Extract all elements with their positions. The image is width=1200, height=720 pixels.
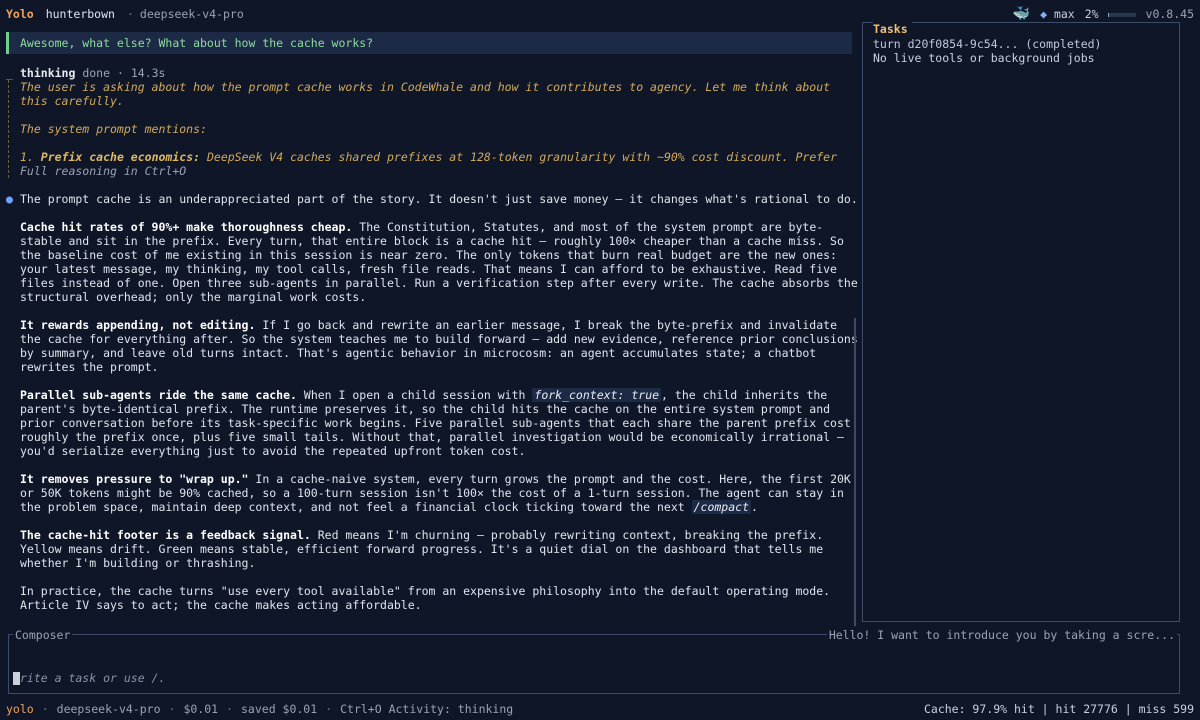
answer-paragraph: It rewards appending, not editing. If I … [20, 318, 858, 374]
point-bold: Prefix cache economics: [40, 150, 201, 164]
effort-label: max [1053, 7, 1075, 21]
separator: · [168, 702, 176, 716]
assistant-answer: ● The prompt cache is an underappreciate… [6, 192, 858, 612]
username: hunterbown [45, 7, 115, 21]
full-reasoning-hint[interactable]: Full reasoning in Ctrl+O [20, 164, 858, 178]
answer-paragraph: The prompt cache is an underappreciated … [20, 192, 858, 206]
separator: · [116, 66, 124, 80]
mode-label[interactable]: Yolo [6, 7, 34, 21]
text-caret [13, 672, 20, 685]
bullet-dot-icon: ● [6, 192, 13, 206]
point-number: 1. [20, 150, 34, 164]
tasks-panel: Tasks turn d20f0854-9c54... (completed) … [862, 22, 1180, 622]
paragraph-text: When I open a child session with [303, 388, 526, 402]
transcript-pane[interactable]: Awesome, what else? What about how the c… [0, 32, 858, 628]
paragraph-text: . [751, 500, 758, 514]
thinking-status: done [82, 66, 111, 80]
composer-input[interactable]: rite a task or use /. [13, 671, 1163, 685]
context-usage: 2% [1085, 7, 1136, 21]
tasks-title: Tasks [873, 22, 912, 36]
separator: · [126, 7, 134, 21]
inline-code-key: fork_context: [534, 388, 625, 402]
context-meter-fill [1107, 12, 1109, 17]
answer-paragraph: It removes pressure to "wrap up." In a c… [20, 472, 858, 514]
answer-paragraph: Cache hit rates of 90%+ make thoroughnes… [20, 220, 858, 304]
thinking-header[interactable]: _ thinking done · 14.3s [6, 66, 858, 80]
context-meter [1107, 12, 1136, 17]
version: v0.8.45 [1145, 7, 1194, 21]
status-model: deepseek-v4-pro [56, 702, 161, 716]
separator: · [325, 702, 333, 716]
separator: · [41, 702, 49, 716]
thinking-duration: 14.3s [130, 66, 166, 80]
status-activity[interactable]: Ctrl+O Activity: thinking [340, 702, 513, 716]
tasks-empty-state: No live tools or background jobs [873, 51, 1095, 65]
paragraph-heading: It removes pressure to "wrap up." [20, 472, 249, 486]
answer-paragraph: The cache-hit footer is a feedback signa… [20, 528, 858, 570]
transcript-scrollbar[interactable] [854, 318, 856, 626]
status-mode: yolo [6, 702, 34, 716]
inline-code-value: true [631, 388, 660, 402]
task-turn-item[interactable]: turn d20f0854-9c54... (completed) [873, 37, 1169, 51]
thinking-block: The user is asking about how the prompt … [8, 80, 858, 178]
composer-queued-message: Hello! I want to introduce you by taking… [826, 628, 1177, 642]
user-message: Awesome, what else? What about how the c… [6, 32, 852, 54]
status-cost: $0.01 [183, 702, 219, 716]
diamond-icon: ◆ [1040, 7, 1048, 21]
thinking-point: 1. Prefix cache economics: DeepSeek V4 c… [20, 150, 858, 164]
composer[interactable]: Composer Hello! I want to introduce you … [8, 628, 1180, 694]
model-name[interactable]: deepseek-v4-pro [140, 7, 244, 21]
paragraph-heading: It rewards appending, not editing. [20, 318, 256, 332]
user-message-text: Awesome, what else? What about how the c… [20, 36, 374, 50]
answer-paragraph: In practice, the cache turns "use every … [20, 584, 831, 612]
composer-placeholder: rite a task or use /. [20, 671, 166, 685]
paragraph-heading: The cache-hit footer is a feedback signa… [20, 528, 311, 542]
answer-paragraph: Parallel sub-agents ride the same cache.… [20, 388, 858, 458]
thinking-line: The system prompt mentions: [20, 122, 207, 136]
collapse-icon: _ [6, 66, 13, 80]
status-bar: yolo · deepseek-v4-pro · $0.01 · saved $… [0, 698, 1200, 720]
thinking-line: The user is asking about how the prompt … [20, 80, 831, 108]
cache-stats: Cache: 97.9% hit | hit 27776 | miss 599 [923, 702, 1194, 716]
separator: · [226, 702, 233, 716]
thinking-label: thinking [20, 66, 76, 80]
effort-indicator[interactable]: ◆ max [1040, 7, 1075, 21]
top-bar-right: 🐳 ◆ max 2% v0.8.45 [1013, 7, 1194, 21]
whale-icon: 🐳 [1012, 6, 1031, 22]
status-saved: saved $0.01 [241, 702, 318, 716]
context-percent: 2% [1084, 7, 1099, 21]
inline-code: /compact [691, 500, 751, 514]
composer-label: Composer [13, 628, 73, 642]
paragraph-heading: Cache hit rates of 90%+ make thoroughnes… [20, 220, 353, 234]
point-text: DeepSeek V4 caches shared prefixes at 12… [206, 150, 838, 164]
inline-code: fork_context: true [532, 388, 662, 402]
paragraph-heading: Parallel sub-agents ride the same cache. [20, 388, 297, 402]
